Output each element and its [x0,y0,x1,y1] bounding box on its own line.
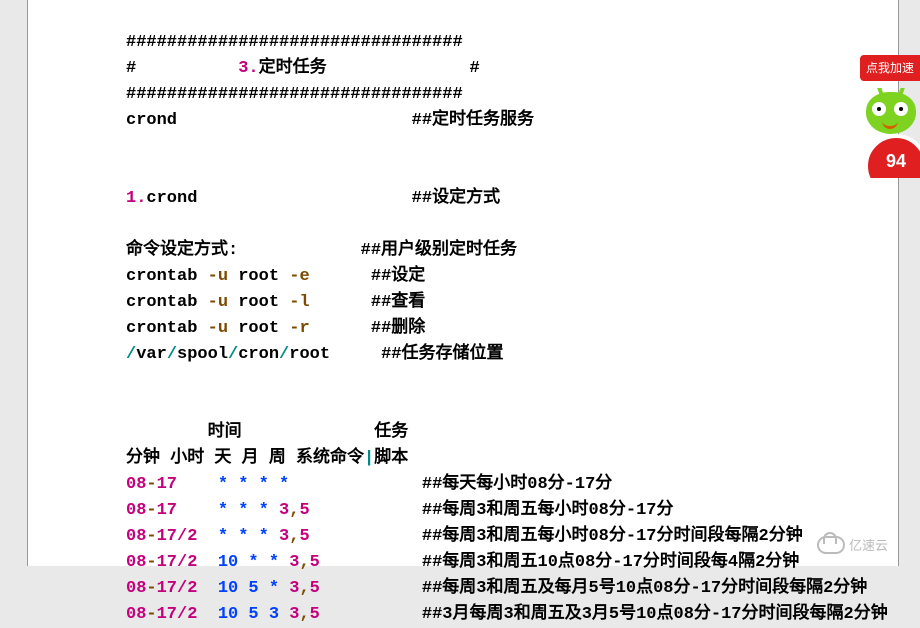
cmd-crontab-l: crontab -u root -l ##查看 [126,290,906,316]
cmd-crontab-r: crontab -u root -r ##删除 [126,316,906,342]
speed-button[interactable]: 点我加速 [860,55,920,81]
table-row: 08-17 * * * 3,5 ##每周3和周五每小时08分-17分 [126,498,906,524]
section-number: 3. [238,59,258,78]
document-page: ################################# # 3.定时… [28,0,898,566]
crond-service: crond ##定时任务服务 [126,108,906,134]
score-badge: 94 [864,134,920,178]
hash-border-top: ################################# [126,30,906,56]
brand-watermark: 亿速云 [817,535,888,554]
section-1: 1.crond ##设定方式 [126,186,906,212]
mascot-widget[interactable]: 94 [860,88,920,178]
hash-border-bottom: ################################# [126,82,906,108]
table-row: 08-17/2 10 * * 3,5 ##每周3和周五10点08分-17分时间段… [126,550,906,576]
table-head-1: 时间 任务 [126,420,906,446]
subsection-number: 1. [126,189,146,208]
table-row: 08-17/2 10 5 * 3,5 ##每周3和周五及每月5号10点08分-1… [126,576,906,602]
commands-heading: 命令设定方式: ##用户级别定时任务 [126,238,906,264]
cron-path: /var/spool/cron/root ##任务存储位置 [126,342,906,368]
content-area: ################################# # 3.定时… [126,30,906,628]
cmd-crontab-e: crontab -u root -e ##设定 [126,264,906,290]
table-row: 08-17/2 10 5 3 3,5 ##3月每周3和周五及3月5号10点08分… [126,602,906,628]
table-row: 08-17/2 * * * 3,5 ##每周3和周五每小时08分-17分时间段每… [126,524,906,550]
table-row: 08-17 * * * * ##每天每小时08分-17分 [126,472,906,498]
mascot-icon [866,92,916,134]
brand-label: 亿速云 [849,535,888,554]
cloud-icon [817,536,845,554]
header-title: # 3.定时任务 # [126,56,906,82]
table-head-2: 分钟 小时 天 月 周 系统命令|脚本 [126,446,906,472]
